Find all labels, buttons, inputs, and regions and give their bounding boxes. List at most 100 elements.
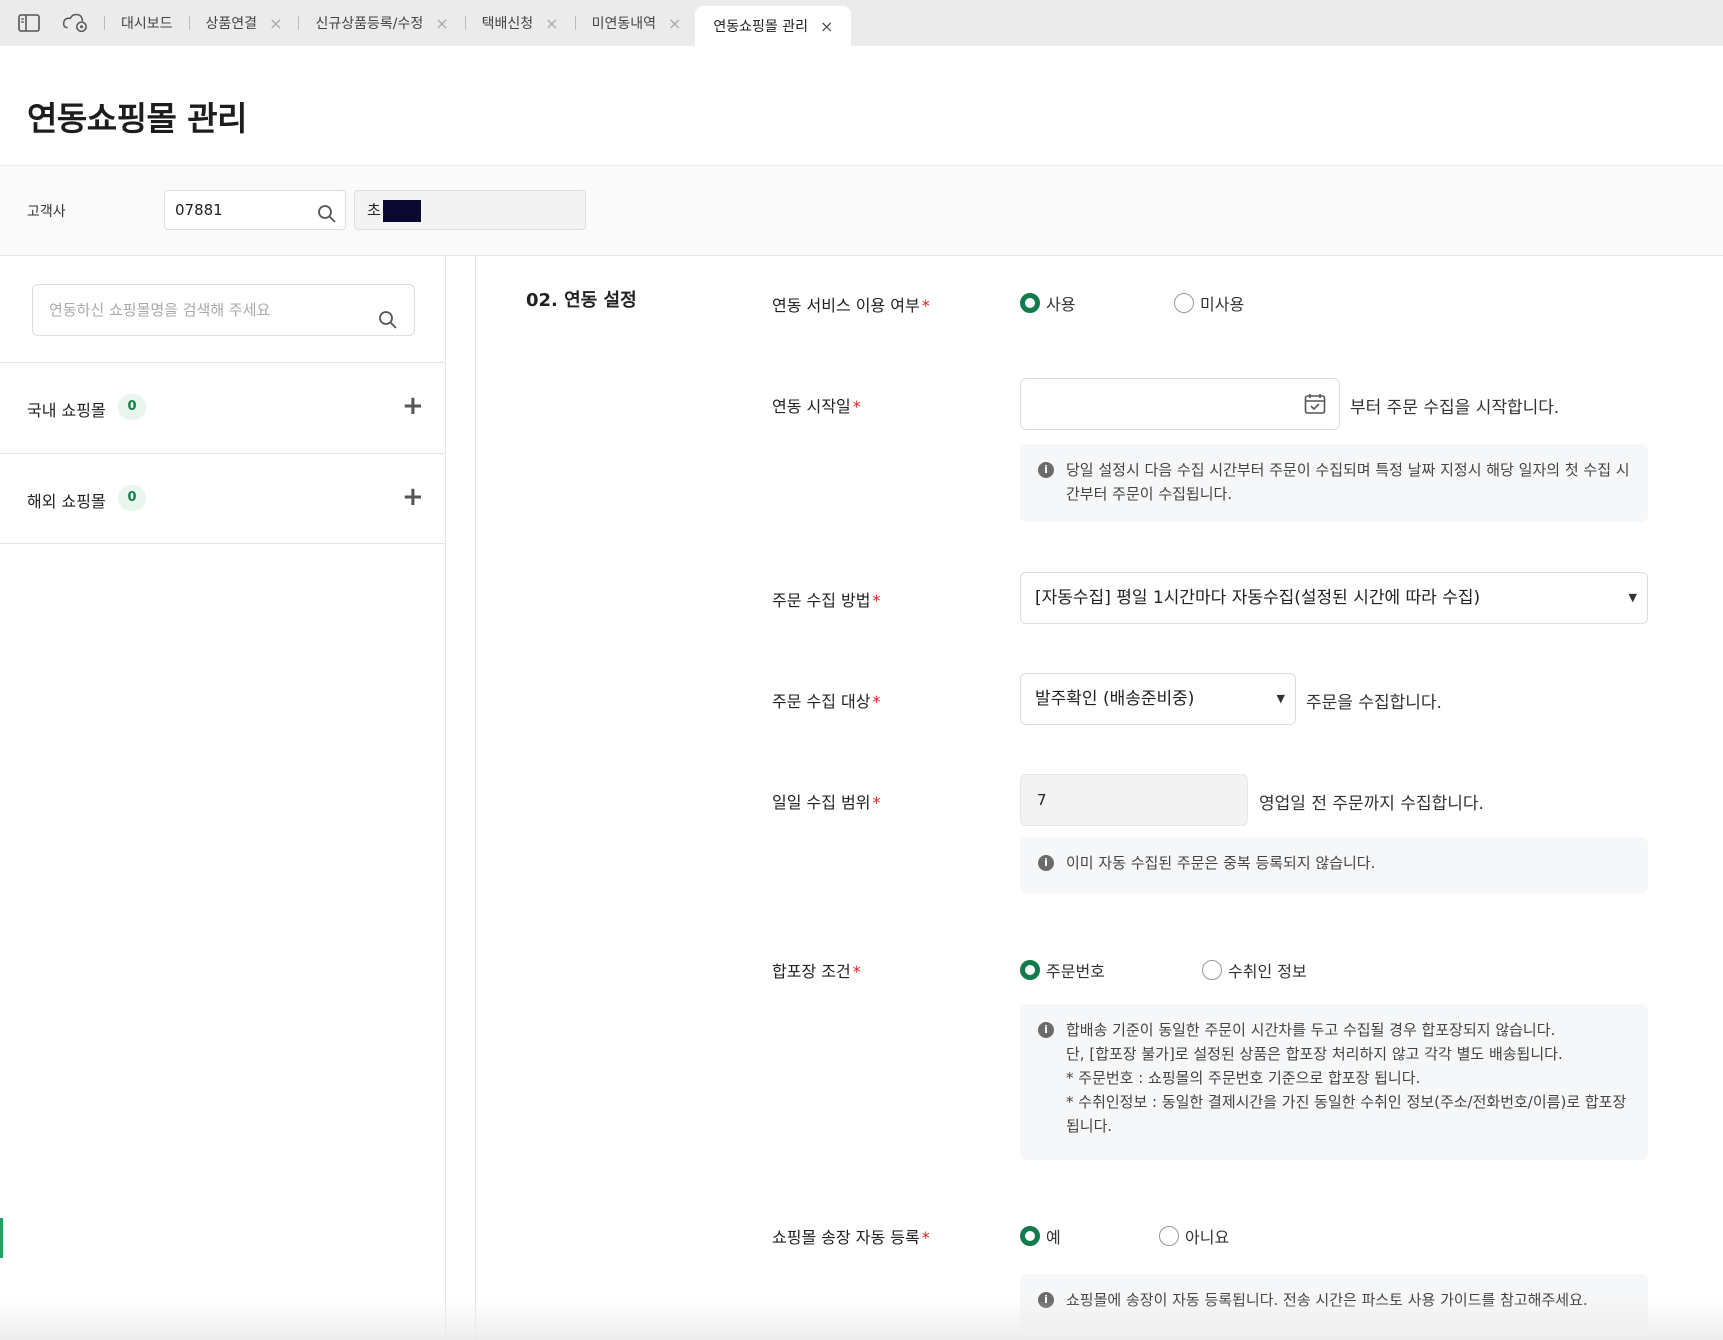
start-date-input[interactable] (1020, 378, 1340, 430)
required-mark: * (921, 296, 930, 315)
customer-name-prefix: 초 (367, 201, 381, 219)
combine-label: 합포장 조건 * (772, 958, 861, 982)
radio-dot[interactable] (1174, 293, 1194, 313)
collect-target-select[interactable]: 발주확인 (배송준비중) ▼ (1020, 673, 1296, 725)
radio-dot[interactable] (1202, 960, 1222, 980)
invoice-auto-no-radio[interactable]: 아니요 (1159, 1224, 1229, 1248)
caret-down-icon: ▼ (1276, 692, 1285, 705)
daily-range-suffix: 영업일 전 주문까지 수집합니다. (1259, 794, 1484, 814)
mall-list-panel: 연동하신 쇼핑몰명을 검색해 주세요 국내 쇼핑몰 0 + 해외 쇼핑몰 0 + (0, 256, 446, 1340)
daily-range-label: 일일 수집 범위 * (772, 789, 881, 813)
service-use-label: 연동 서비스 이용 여부 * (772, 292, 930, 316)
tab-separator (574, 16, 576, 30)
redaction-block (382, 199, 421, 222)
mall-search-placeholder: 연동하신 쇼핑몰명을 검색해 주세요 (49, 301, 271, 319)
tab-label: 미연동내역 (591, 16, 656, 32)
plus-icon[interactable]: + (402, 482, 424, 512)
group-label: 해외 쇼핑몰 (27, 492, 106, 511)
domestic-mall-group[interactable]: 국내 쇼핑몰 0 + (0, 362, 446, 453)
radio-dot[interactable] (1020, 1226, 1040, 1246)
radio-label: 아니요 (1185, 1228, 1230, 1247)
radio-dot[interactable] (1020, 293, 1040, 313)
radio-label: 예 (1046, 1228, 1061, 1247)
collect-method-label: 주문 수집 방법 * (772, 587, 881, 611)
tab-product-link[interactable]: 상품연결 × (206, 0, 283, 46)
tab-unlinked-history[interactable]: 미연동내역 × (592, 0, 682, 46)
info-icon: i (1038, 462, 1054, 478)
mall-search-input[interactable]: 연동하신 쇼핑몰명을 검색해 주세요 (32, 284, 415, 336)
radio-label: 미사용 (1200, 295, 1245, 314)
page-title: 연동쇼핑몰 관리 (27, 99, 248, 138)
info-line: * 주문번호 : 쇼핑몰의 주문번호 기준으로 합포장 됩니다. (1066, 1069, 1421, 1087)
customer-code-input[interactable]: 07881 (164, 190, 346, 230)
combine-recipient-radio[interactable]: 수취인 정보 (1202, 958, 1307, 982)
required-mark: * (921, 1228, 930, 1247)
tab-label: 연동쇼핑몰 관리 (713, 19, 809, 35)
radio-label: 주문번호 (1046, 962, 1105, 981)
calendar-icon[interactable] (1303, 392, 1327, 420)
tab-separator (104, 16, 105, 30)
required-mark: * (872, 793, 881, 812)
combine-order-number-radio[interactable]: 주문번호 (1020, 958, 1105, 982)
sidebar-toggle-icon[interactable] (16, 10, 42, 36)
caret-down-icon: ▼ (1628, 591, 1637, 604)
tab-dashboard[interactable]: 대시보드 (121, 0, 173, 46)
info-icon: i (1038, 1022, 1054, 1038)
tab-separator (188, 16, 190, 30)
label-text: 연동 시작일 (772, 397, 851, 416)
info-icon: i (1038, 855, 1054, 871)
start-date-suffix: 부터 주문 수집을 시작합니다. (1350, 398, 1560, 418)
daily-range-input[interactable]: 7 (1020, 774, 1248, 826)
overseas-mall-group[interactable]: 해외 쇼핑몰 0 + (0, 453, 446, 544)
daily-range-value: 7 (1037, 791, 1047, 809)
invoice-auto-yes-radio[interactable]: 예 (1020, 1224, 1061, 1248)
start-date-label: 연동 시작일 * (772, 393, 861, 417)
info-text: 당일 설정시 다음 수집 시간부터 주문이 수집되며 특정 날짜 지정시 해당 … (1066, 461, 1630, 503)
tab-bar: 대시보드 상품연결 × 신규상품등록/수정 × 택배신청 × 미연동내역 × 연… (0, 0, 1723, 46)
count-badge: 0 (118, 394, 146, 420)
radio-label: 사용 (1046, 295, 1076, 314)
close-icon[interactable]: × (435, 14, 448, 33)
select-value: [자동수집] 평일 1시간마다 자동수집(설정된 시간에 따라 수집) (1035, 588, 1481, 608)
search-icon[interactable] (378, 300, 398, 350)
close-icon[interactable]: × (269, 14, 282, 33)
plus-icon[interactable]: + (402, 391, 424, 421)
start-date-info: i 당일 설정시 다음 수집 시간부터 주문이 수집되며 특정 날짜 지정시 해… (1020, 444, 1648, 522)
label-text: 주문 수집 방법 (772, 591, 871, 610)
label-text: 주문 수집 대상 (772, 692, 871, 711)
label-text: 연동 서비스 이용 여부 (772, 296, 920, 315)
customer-label: 고객사 (27, 204, 66, 220)
required-mark: * (852, 962, 861, 981)
radio-dot[interactable] (1159, 1226, 1179, 1246)
info-text: 이미 자동 수집된 주문은 중복 등록되지 않습니다. (1066, 854, 1376, 872)
close-icon[interactable]: × (668, 14, 681, 33)
collect-target-label: 주문 수집 대상 * (772, 688, 881, 712)
tab-label: 택배신청 (481, 16, 534, 32)
daily-range-info: i 이미 자동 수집된 주문은 중복 등록되지 않습니다. (1020, 837, 1648, 893)
tab-delivery-request[interactable]: 택배신청 × (482, 0, 559, 46)
close-icon[interactable]: × (820, 17, 833, 36)
group-label: 국내 쇼핑몰 (27, 401, 106, 420)
info-line: 단, [합포장 불가]로 설정된 상품은 합포장 처리하지 않고 각각 별도 배… (1066, 1045, 1563, 1063)
search-icon[interactable] (317, 200, 337, 238)
tab-new-product[interactable]: 신규상품등록/수정 × (315, 0, 448, 46)
radio-label: 수취인 정보 (1228, 962, 1307, 981)
count-badge: 0 (118, 485, 146, 511)
service-use-no-radio[interactable]: 미사용 (1174, 291, 1244, 315)
cloud-settings-icon[interactable] (62, 10, 88, 36)
scroll-indicator (0, 1218, 3, 1258)
section-title: 02. 연동 설정 (526, 290, 637, 311)
label-text: 일일 수집 범위 (772, 793, 871, 812)
info-line: * 수취인정보 : 동일한 결제시간을 가진 동일한 수취인 정보(주소/전화번… (1066, 1093, 1627, 1135)
collect-method-select[interactable]: [자동수집] 평일 1시간마다 자동수집(설정된 시간에 따라 수집) ▼ (1020, 572, 1648, 624)
tab-linked-mall-manage[interactable]: 연동쇼핑몰 관리 × (695, 6, 852, 46)
tab-separator (298, 16, 300, 30)
combine-info: i 합배송 기준이 동일한 주문이 시간차를 두고 수집될 경우 합포장되지 않… (1020, 1004, 1648, 1160)
radio-dot[interactable] (1020, 960, 1040, 980)
collect-target-suffix: 주문을 수집합니다. (1306, 693, 1442, 713)
select-value: 발주확인 (배송준비중) (1035, 689, 1195, 709)
close-icon[interactable]: × (545, 14, 558, 33)
panel-gutter (446, 256, 476, 1340)
service-use-yes-radio[interactable]: 사용 (1020, 291, 1075, 315)
info-line: 합배송 기준이 동일한 주문이 시간차를 두고 수집될 경우 합포장되지 않습니… (1066, 1021, 1556, 1039)
